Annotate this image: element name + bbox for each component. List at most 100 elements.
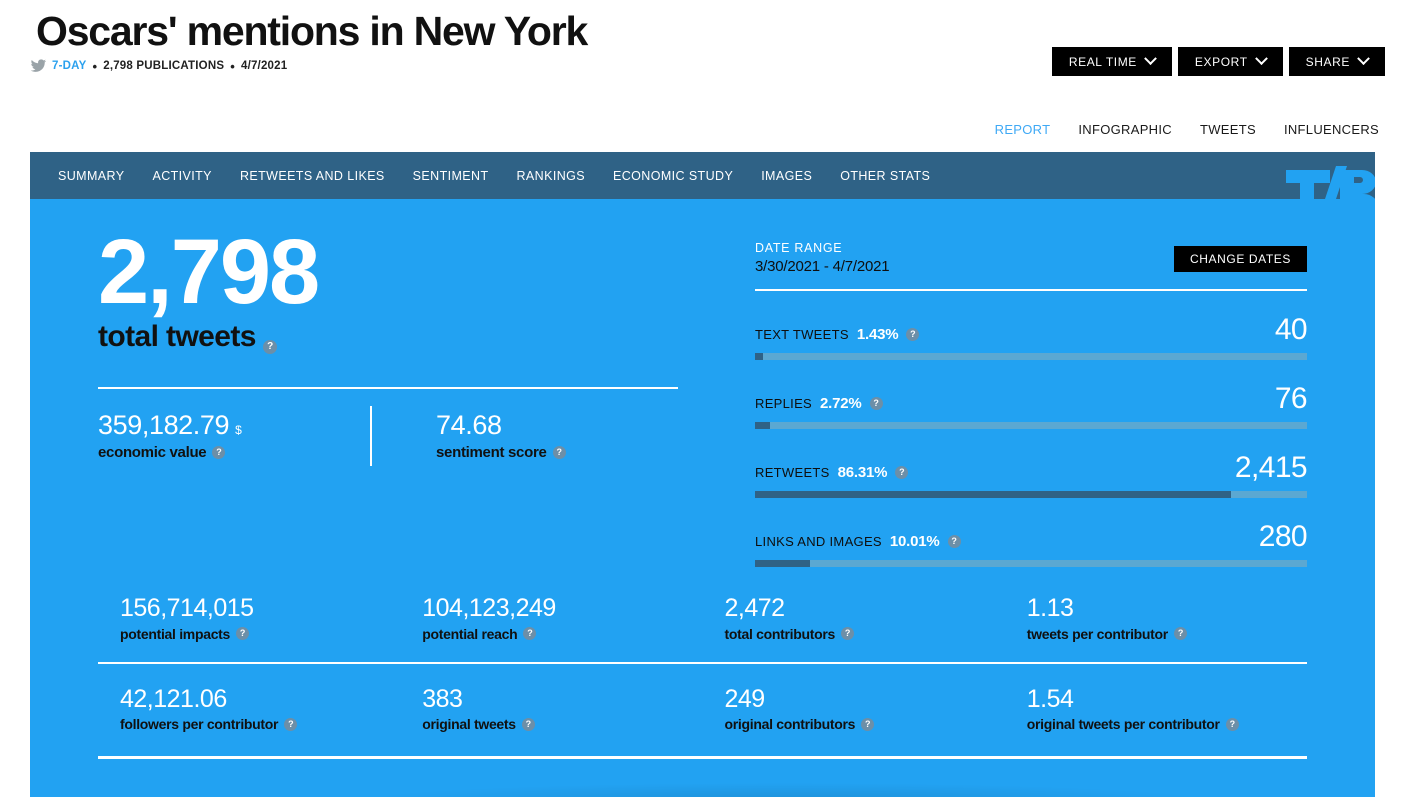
stat-tweets-per-contributor: 1.13 tweets per contributor ? — [1005, 594, 1307, 642]
question-mark-icon[interactable]: ? — [236, 627, 250, 640]
question-mark-icon[interactable]: ? — [1225, 717, 1239, 731]
metric-label-group: TEXT TWEETS 1.43% ? — [755, 326, 920, 345]
meta-separator-2: • — [230, 58, 235, 74]
change-dates-button[interactable]: CHANGE DATES — [1174, 246, 1307, 272]
section-nav-items: SUMMARY ACTIVITY RETWEETS AND LIKES SENT… — [58, 152, 930, 199]
question-mark-icon[interactable]: ? — [1173, 627, 1187, 640]
share-label: SHARE — [1305, 54, 1350, 69]
sentiment-score-label: sentiment score — [436, 443, 547, 461]
range-link[interactable]: 7-DAY — [52, 60, 86, 72]
hero-total-block: 2,798 total tweets ? — [98, 221, 678, 355]
metric-count: 40 — [1274, 313, 1308, 346]
tab-report[interactable]: REPORT — [995, 122, 1051, 137]
nav-item-retweets-and-likes[interactable]: RETWEETS AND LIKES — [240, 169, 385, 183]
metric-percent: 10.01% — [889, 533, 940, 550]
question-mark-icon[interactable]: ? — [262, 340, 277, 355]
metric-replies: REPLIES 2.72% ? 76 — [755, 382, 1308, 429]
hero-total-label-row: total tweets ? — [98, 320, 678, 355]
tab-infographic[interactable]: INFOGRAPHIC — [1078, 122, 1172, 137]
export-button[interactable]: EXPORT — [1177, 47, 1283, 76]
top-toolbar: REAL TIME EXPORT SHARE — [1051, 47, 1385, 76]
nav-item-economic-study[interactable]: ECONOMIC STUDY — [613, 169, 733, 183]
hero-total-value: 2,798 — [98, 221, 320, 323]
metric-percent: 1.43% — [856, 326, 899, 343]
chevron-down-icon — [1254, 52, 1268, 66]
panel-footer-divider — [98, 756, 1307, 759]
question-mark-icon[interactable]: ? — [284, 717, 298, 731]
metric-bar-track — [755, 560, 1307, 567]
twitter-bird-icon — [30, 59, 46, 73]
tab-tweets[interactable]: TWEETS — [1200, 122, 1256, 137]
metric-label-group: LINKS AND IMAGES 10.01% ? — [755, 533, 961, 552]
metric-count: 280 — [1258, 520, 1308, 553]
page-title: Oscars' mentions in New York — [36, 8, 588, 54]
metric-bar-track — [755, 353, 1307, 360]
metric-header: TEXT TWEETS 1.43% ? 40 — [755, 313, 1308, 346]
question-mark-icon[interactable]: ? — [840, 627, 854, 640]
stat-potential-impacts: 156,714,015 potential impacts ? — [98, 594, 400, 642]
header-date: 4/7/2021 — [240, 60, 288, 72]
page-header: Oscars' mentions in New York 7-DAY • 2,7… — [0, 0, 1403, 152]
question-mark-icon[interactable]: ? — [861, 717, 875, 731]
stat-label-row: potential reach ? — [422, 626, 702, 642]
stat-label: original contributors — [724, 716, 856, 732]
question-mark-icon[interactable]: ? — [895, 466, 909, 479]
real-time-label: REAL TIME — [1068, 54, 1137, 69]
nav-item-rankings[interactable]: RANKINGS — [517, 169, 586, 183]
metric-links-and-images: LINKS AND IMAGES 10.01% ? 280 — [755, 520, 1308, 567]
stat-original-tweets: 383 original tweets ? — [400, 684, 702, 732]
nav-item-summary[interactable]: SUMMARY — [58, 169, 124, 183]
question-mark-icon[interactable]: ? — [523, 627, 537, 640]
metric-text-tweets: TEXT TWEETS 1.43% ? 40 — [755, 313, 1308, 360]
date-range-block: DATE RANGE 3/30/2021 - 4/7/2021 CHANGE D… — [755, 241, 1307, 275]
economic-value-number-row: 359,182.79 $ — [98, 410, 388, 441]
stat-value: 2,472 — [724, 594, 786, 622]
question-mark-icon[interactable]: ? — [212, 445, 226, 459]
nav-item-activity[interactable]: ACTIVITY — [152, 169, 211, 183]
chevron-down-icon — [1144, 52, 1157, 66]
economic-value-label: economic value — [98, 443, 207, 461]
nav-item-sentiment[interactable]: SENTIMENT — [413, 169, 489, 183]
question-mark-icon[interactable]: ? — [521, 717, 535, 731]
metric-bar-fill — [755, 422, 770, 429]
meta-separator-1: • — [92, 58, 98, 74]
secondary-tabs: REPORT INFOGRAPHIC TWEETS INFLUENCERS — [995, 122, 1379, 137]
stat-label: total contributors — [724, 625, 836, 642]
stat-label: followers per contributor — [120, 716, 279, 732]
nav-item-other-stats[interactable]: OTHER STATS — [840, 169, 930, 183]
stat-label: original tweets — [422, 716, 516, 732]
metric-name: TEXT TWEETS — [755, 327, 849, 342]
stat-value: 383 — [422, 684, 463, 713]
sentiment-score-number: 74.68 — [436, 410, 502, 440]
nav-item-images[interactable]: IMAGES — [761, 169, 812, 183]
real-time-button[interactable]: REAL TIME — [1051, 47, 1172, 76]
question-mark-icon[interactable]: ? — [869, 397, 883, 410]
question-mark-icon[interactable]: ? — [552, 445, 566, 459]
metric-bar-track — [755, 422, 1307, 429]
stat-followers-per-contributor: 42,121.06 followers per contributor ? — [98, 684, 400, 732]
metric-name: RETWEETS — [755, 465, 830, 480]
stat-value: 42,121.06 — [120, 684, 227, 713]
metric-name: LINKS AND IMAGES — [755, 534, 882, 549]
section-navbar: SUMMARY ACTIVITY RETWEETS AND LIKES SENT… — [30, 152, 1375, 199]
tab-influencers[interactable]: INFLUENCERS — [1284, 122, 1379, 137]
hero-total-label: total tweets — [98, 320, 256, 354]
stat-label-row: potential impacts ? — [120, 626, 400, 642]
stat-potential-reach: 104,123,249 potential reach ? — [400, 594, 702, 642]
question-mark-icon[interactable]: ? — [906, 328, 920, 341]
share-button[interactable]: SHARE — [1288, 47, 1385, 76]
metric-bar-fill — [755, 560, 811, 567]
stat-value: 249 — [724, 684, 766, 713]
stat-label: original tweets per contributor — [1026, 716, 1220, 732]
chevron-down-icon — [1357, 52, 1370, 66]
metric-header: REPLIES 2.72% ? 76 — [755, 382, 1308, 415]
stat-value: 1.13 — [1026, 594, 1074, 622]
stat-label: potential reach — [422, 625, 518, 642]
sentiment-score-stat: 74.68 sentiment score ? — [388, 410, 678, 461]
metric-count: 76 — [1274, 382, 1308, 415]
question-mark-icon[interactable]: ? — [947, 535, 961, 548]
export-label: EXPORT — [1194, 54, 1248, 69]
economic-value-stat: 359,182.79 $ economic value ? — [98, 410, 388, 461]
report-page: Oscars' mentions in New York 7-DAY • 2,7… — [0, 0, 1403, 797]
metric-header: LINKS AND IMAGES 10.01% ? 280 — [755, 520, 1308, 553]
